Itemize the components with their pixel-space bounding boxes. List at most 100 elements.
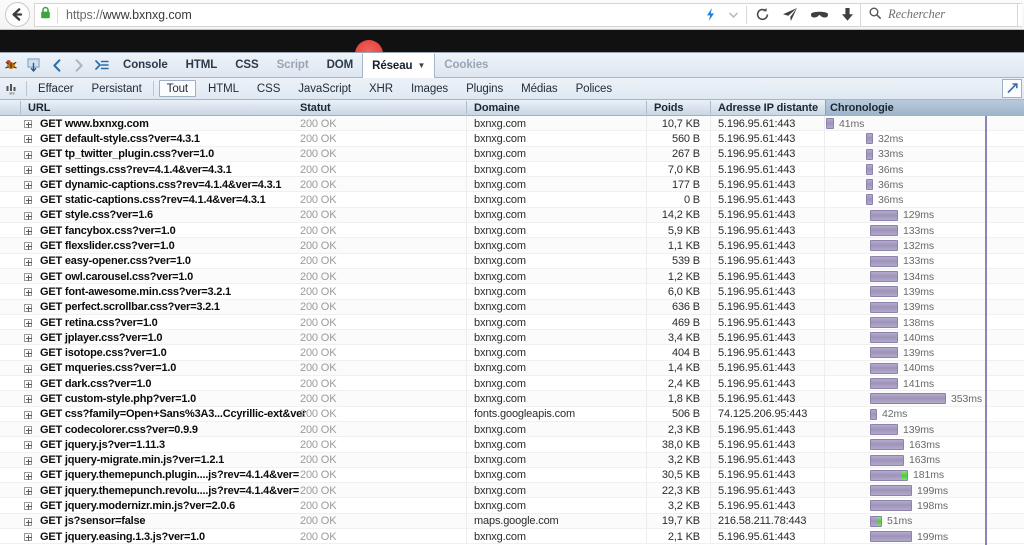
request-url[interactable]: GET isotope.css?ver=1.0 [40,345,167,360]
expand-row-icon[interactable] [24,120,32,128]
request-url[interactable]: GET dark.css?ver=1.0 [40,376,151,391]
filter-html[interactable]: HTML [199,78,248,99]
request-url[interactable]: GET flexslider.css?ver=1.0 [40,238,175,253]
pocket-lightning-icon[interactable] [698,3,723,27]
expand-row-icon[interactable] [24,181,32,190]
request-url[interactable]: GET font-awesome.min.css?ver=3.2.1 [40,284,231,299]
table-row[interactable]: GET jquery.themepunch.revolu....js?rev=4… [0,483,1024,499]
quick-info-icon[interactable] [90,53,114,77]
request-url[interactable]: GET static-captions.css?rev=4.1.4&ver=4.… [40,192,266,207]
table-row[interactable]: GET mqueries.css?ver=1.0 200 OK bxnxg.com 1… [0,360,1024,377]
table-row[interactable]: GET custom-style.php?ver=1.0 200 OK bxnxg.… [0,391,1024,407]
table-row[interactable]: GET www.bxnxg.com 200 OK bxnxg.com 10,7 KB 5… [0,116,1024,132]
filter-images[interactable]: Images [402,78,457,99]
expand-row-icon[interactable] [24,272,32,281]
table-row[interactable]: GET jquery-migrate.min.js?ver=1.2.1 200 O… [0,452,1024,468]
tab-console[interactable]: Console [114,53,177,77]
expand-row-icon[interactable] [24,471,32,480]
table-row[interactable]: GET dark.css?ver=1.0 200 OK bxnxg.com 2,4 K… [0,376,1024,392]
expand-row-icon[interactable] [24,242,32,251]
filter-javascript[interactable]: JavaScript [289,78,360,99]
table-row[interactable]: GET jplayer.css?ver=1.0 200 OK bxnxg.com 3,… [0,330,1024,346]
table-row[interactable]: GET jquery.easing.1.3.js?ver=1.0 200 OK bx… [0,529,1024,545]
expand-row-icon[interactable] [24,135,32,144]
table-row[interactable]: GET jquery.js?ver=1.11.3 200 OK bxnxg.com 3… [0,437,1024,453]
request-url[interactable]: GET jquery.js?ver=1.11.3 [40,437,165,452]
request-url[interactable]: GET dynamic-captions.css?rev=4.1.4&ver=4… [40,177,281,192]
table-row[interactable]: GET js?sensor=false 200 OK maps.google.com… [0,513,1024,530]
table-row[interactable]: GET css?family=Open+Sans%3A3...Ccyrillic… [0,406,1024,422]
expand-row-icon[interactable] [24,318,32,327]
expand-row-icon[interactable] [24,364,32,373]
expand-row-icon[interactable] [24,165,32,174]
nav-back-icon[interactable] [46,53,68,77]
expand-row-icon[interactable] [24,257,32,266]
request-url[interactable]: GET custom-style.php?ver=1.0 [40,391,196,406]
table-row[interactable]: GET static-captions.css?rev=4.1.4&ver=4.… [0,192,1024,208]
request-url[interactable]: GET perfect.scrollbar.css?ver=3.2.1 [40,300,220,315]
filter-xhr[interactable]: XHR [360,78,402,99]
expand-row-icon[interactable] [24,150,32,159]
expand-row-icon[interactable] [24,211,32,220]
table-row[interactable]: GET jquery.modernizr.min.js?ver=2.0.6 200… [0,498,1024,514]
network-request-list[interactable]: GET www.bxnxg.com 200 OK bxnxg.com 10,7 KB 5… [0,116,1024,545]
table-row[interactable]: GET retina.css?ver=1.0 200 OK bxnxg.com 469… [0,314,1024,331]
request-url[interactable]: GET jquery.themepunch.revolu....js?rev=4… [40,483,299,498]
tab-script[interactable]: Script [268,53,318,77]
tab-rseau[interactable]: Réseau ▼ [362,53,436,78]
table-row[interactable]: GET perfect.scrollbar.css?ver=3.2.1 200 O… [0,299,1024,315]
request-url[interactable]: GET jquery-migrate.min.js?ver=1.2.1 [40,453,224,468]
filter-mdias[interactable]: Médias [512,78,566,99]
filter-plugins[interactable]: Plugins [457,78,512,99]
column-header-size[interactable]: Poids [654,100,684,115]
column-header-domain[interactable]: Domaine [474,100,520,115]
request-url[interactable]: GET jquery.themepunch.plugin....js?rev=4… [40,468,299,483]
table-row[interactable]: GET tp_twitter_plugin.css?ver=1.0 200 OK b… [0,146,1024,162]
send-tab-icon[interactable] [776,3,804,27]
column-header-url[interactable]: URL [28,100,50,115]
filter-effacer[interactable]: Effacer [29,78,83,99]
request-url[interactable]: GET retina.css?ver=1.0 [40,315,158,330]
table-row[interactable]: GET codecolorer.css?ver=0.9.9 200 OK bxnxg… [0,421,1024,438]
filter-polices[interactable]: Polices [567,78,621,99]
table-row[interactable]: GET style.css?ver=1.6 200 OK bxnxg.com 14,2… [0,207,1024,224]
request-url[interactable]: GET owl.carousel.css?ver=1.0 [40,269,193,284]
expand-row-icon[interactable] [24,395,32,404]
nav-forward-icon[interactable] [68,53,90,77]
column-header-status[interactable]: Statut [300,100,331,115]
table-row[interactable]: GET settings.css?rev=4.1.4&ver=4.3.1 200 … [0,161,1024,178]
expand-row-icon[interactable] [24,533,32,542]
expand-row-icon[interactable] [24,349,32,358]
table-row[interactable]: GET flexslider.css?ver=1.0 200 OK bxnxg.co… [0,238,1024,254]
expand-row-icon[interactable] [24,334,32,343]
expand-row-icon[interactable] [24,456,32,465]
request-url[interactable]: GET www.bxnxg.com [40,116,149,131]
inspector-icon[interactable] [22,53,46,77]
dropdown-caret-icon[interactable] [723,3,744,27]
search-input[interactable]: Rechercher [860,2,1018,27]
expand-row-icon[interactable] [24,196,32,205]
chevron-down-icon[interactable]: ▼ [417,61,425,70]
table-row[interactable]: GET dynamic-captions.css?rev=4.1.4&ver=4… [0,177,1024,193]
download-arrow-icon[interactable] [835,3,860,27]
url-input[interactable]: https://www.bxnxg.com Rechercher [34,2,1022,27]
tab-dom[interactable]: DOM [318,53,363,77]
expand-row-icon[interactable] [24,441,32,450]
table-row[interactable]: GET owl.carousel.css?ver=1.0 200 OK bxnxg.… [0,268,1024,285]
table-row[interactable]: GET default-style.css?ver=4.3.1 200 OK bxn… [0,131,1024,147]
table-row[interactable]: GET font-awesome.min.css?ver=3.2.1 200 OK… [0,284,1024,300]
tab-html[interactable]: HTML [177,53,227,77]
filter-tout[interactable]: Tout [158,80,197,97]
expand-row-icon[interactable] [24,487,32,496]
table-row[interactable]: GET easy-opener.css?ver=1.0 200 OK bxnxg.c… [0,253,1024,269]
detach-panel-icon[interactable] [1002,79,1022,98]
expand-row-icon[interactable] [24,410,32,419]
request-url[interactable]: GET style.css?ver=1.6 [40,208,153,223]
request-url[interactable]: GET codecolorer.css?ver=0.9.9 [40,422,198,437]
request-url[interactable]: GET jquery.easing.1.3.js?ver=1.0 [40,529,205,544]
tab-css[interactable]: CSS [226,53,267,77]
request-url[interactable]: GET settings.css?rev=4.1.4&ver=4.3.1 [40,162,232,177]
request-url[interactable]: GET css?family=Open+Sans%3A3...Ccyrillic… [40,407,306,422]
table-row[interactable]: GET fancybox.css?ver=1.0 200 OK bxnxg.com 5… [0,223,1024,239]
expand-row-icon[interactable] [24,380,32,389]
